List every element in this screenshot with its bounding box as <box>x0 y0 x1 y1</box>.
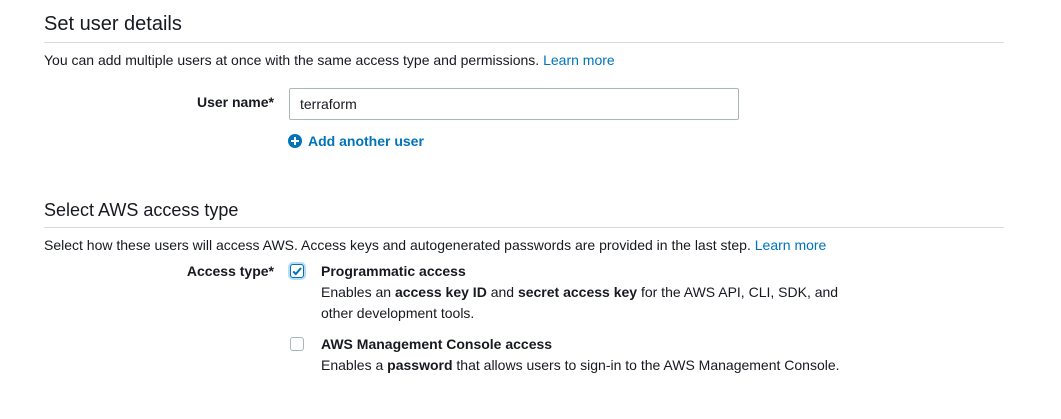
desc-text: and <box>486 284 518 300</box>
console-access-checkbox[interactable] <box>290 337 304 351</box>
user-details-description: You can add multiple users at once with … <box>44 51 1004 69</box>
desc-bold-secret-access-key: secret access key <box>517 284 638 300</box>
section-title-access-type: Select AWS access type <box>44 198 1004 228</box>
checkmark-icon <box>292 267 302 276</box>
learn-more-link-access-type[interactable]: Learn more <box>755 237 827 253</box>
desc-text: Enables an <box>321 284 395 300</box>
user-name-label: User name* <box>196 94 274 110</box>
desc-text: that allows users to sign-in to the AWS … <box>452 357 840 373</box>
programmatic-access-title: Programmatic access <box>321 263 466 279</box>
access-type-description: Select how these users will access AWS. … <box>44 236 1004 254</box>
desc-bold-password: password <box>387 357 453 373</box>
add-another-user-label: Add another user <box>308 133 424 149</box>
programmatic-access-description: Enables an access key ID and secret acce… <box>321 282 851 324</box>
console-access-description: Enables a password that allows users to … <box>321 355 881 376</box>
learn-more-link-user-details[interactable]: Learn more <box>543 52 615 68</box>
user-details-description-text: You can add multiple users at once with … <box>44 52 540 68</box>
desc-text: Enables a <box>321 357 388 373</box>
console-access-title: AWS Management Console access <box>321 336 553 352</box>
section-title-user-details: Set user details <box>44 12 1004 43</box>
user-name-input[interactable] <box>289 88 739 120</box>
programmatic-access-checkbox[interactable] <box>290 264 304 278</box>
user-details-section: Set user details You can add multiple us… <box>44 12 1004 69</box>
desc-bold-access-key-id: access key ID <box>394 284 487 300</box>
access-type-description-text: Select how these users will access AWS. … <box>44 237 751 253</box>
add-another-user-button[interactable]: Add another user <box>288 133 424 149</box>
access-type-label: Access type* <box>186 263 274 279</box>
plus-circle-icon <box>288 134 302 148</box>
access-type-section: Select AWS access type Select how these … <box>44 198 1004 254</box>
